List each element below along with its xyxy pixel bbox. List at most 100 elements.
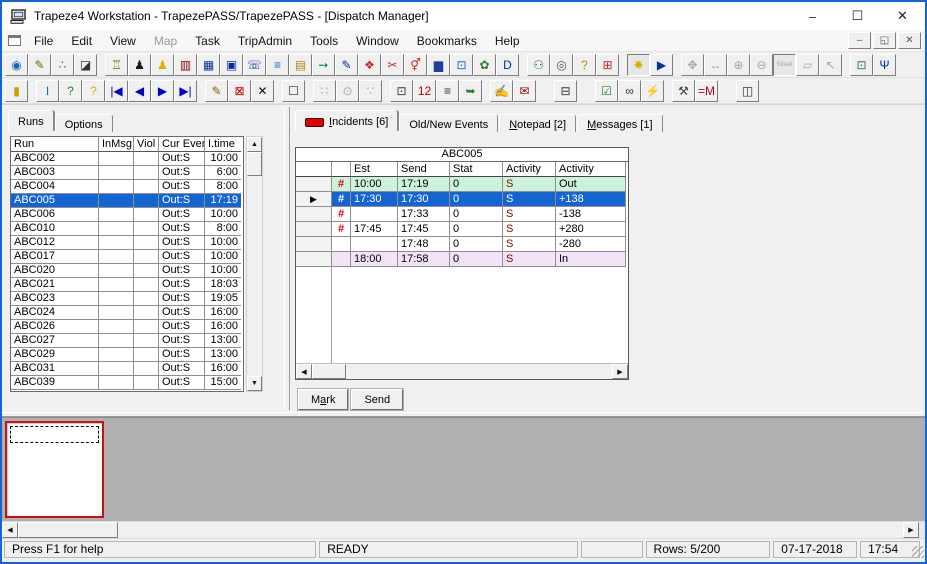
checklist-icon[interactable]: ☑: [595, 79, 618, 102]
window-minimize-button[interactable]: –: [790, 2, 835, 30]
resize-grip[interactable]: [912, 546, 924, 558]
mdi-close-button[interactable]: ✕: [898, 32, 921, 49]
incident-column-header[interactable]: [332, 162, 351, 177]
window-close-button[interactable]: ✕: [880, 2, 925, 30]
run-row[interactable]: ABC020 Out:S 10:00: [11, 264, 243, 278]
run-row[interactable]: ABC005 Out:S 17:19: [11, 194, 243, 208]
scroll-left-icon[interactable]: ◀: [296, 364, 312, 379]
no-show-icon[interactable]: ✍: [490, 79, 513, 102]
zoom-in-icon[interactable]: ⊕: [727, 53, 750, 76]
vehicle-icon[interactable]: ▥: [174, 53, 197, 76]
nav-prev-icon[interactable]: ◀: [128, 79, 151, 102]
edit-icon[interactable]: ✎: [205, 79, 228, 102]
window-new-icon[interactable]: ✿: [473, 53, 496, 76]
mdi-child-icon[interactable]: [8, 35, 21, 46]
incident-row[interactable]: ▶ # 17:30 17:30 0 S +138: [296, 192, 628, 207]
run-row[interactable]: ABC039 Out:S 15:00: [11, 376, 243, 390]
scrollbar-thumb[interactable]: [247, 152, 262, 176]
mail-send-icon[interactable]: ✉: [513, 79, 536, 102]
trace-person-icon[interactable]: ⚇: [527, 53, 550, 76]
clients-icon[interactable]: ⚥: [404, 53, 427, 76]
bank-icon[interactable]: ♖: [105, 53, 128, 76]
vehicle-find-icon[interactable]: ?: [59, 79, 82, 102]
map-thumbnail-box[interactable]: [5, 421, 104, 518]
runs-column-header[interactable]: Viol: [134, 137, 159, 152]
menu-window[interactable]: Window: [347, 32, 408, 50]
driver-dark-icon[interactable]: ♟: [128, 53, 151, 76]
runs-column-header[interactable]: InMsg: [99, 137, 134, 152]
mdi-restore-button[interactable]: ◱: [873, 32, 896, 49]
scroll-left-icon[interactable]: ◀: [2, 522, 18, 538]
map-flat-icon[interactable]: ▱: [796, 53, 819, 76]
cut-trips-icon[interactable]: ✂: [381, 53, 404, 76]
tab-runs[interactable]: Runs: [8, 110, 54, 131]
scrollbar-track[interactable]: [247, 176, 262, 376]
incident-column-header[interactable]: Stat: [450, 162, 503, 177]
clock-12-icon[interactable]: 12: [413, 79, 436, 102]
find-icon[interactable]: ⊙: [336, 79, 359, 102]
link-icon[interactable]: ∞: [618, 79, 641, 102]
bus-front-icon[interactable]: ▆: [427, 53, 450, 76]
scrollbar-track[interactable]: [346, 364, 612, 379]
incident-row[interactable]: 18:00 17:58 0 S In: [296, 252, 628, 267]
menu-tripadmin[interactable]: TripAdmin: [229, 32, 301, 50]
vehicles-icon[interactable]: ▦: [197, 53, 220, 76]
run-row[interactable]: ABC004 Out:S 8:00: [11, 180, 243, 194]
incident-row[interactable]: # 17:33 0 S -138: [296, 207, 628, 222]
incident-row[interactable]: 17:48 0 S -280: [296, 237, 628, 252]
run-row[interactable]: ABC012 Out:S 10:00: [11, 236, 243, 250]
window-arrow-icon[interactable]: ▶: [650, 53, 673, 76]
vehicle-person-icon[interactable]: ⊞: [596, 53, 619, 76]
scatter-edit-icon[interactable]: ∴: [51, 53, 74, 76]
incident-column-header[interactable]: Est: [351, 162, 398, 177]
locate-person-icon[interactable]: ◎: [550, 53, 573, 76]
run-info-icon[interactable]: I: [36, 79, 59, 102]
run-row[interactable]: ABC026 Out:S 16:00: [11, 320, 243, 334]
scroll-right-icon[interactable]: ▶: [903, 522, 919, 538]
run-row[interactable]: ABC002 Out:S 10:00: [11, 152, 243, 166]
print-icon[interactable]: ⊟: [554, 79, 577, 102]
zoom-out-icon[interactable]: ⊖: [750, 53, 773, 76]
scrollbar-thumb[interactable]: [312, 364, 346, 379]
runs-column-header[interactable]: Cur Event: [159, 137, 205, 152]
nav-next-icon[interactable]: ▶: [151, 79, 174, 102]
avl-monitor-icon[interactable]: ⊡: [850, 53, 873, 76]
phone-booking-icon[interactable]: ☏: [243, 53, 266, 76]
footprints-icon[interactable]: ∵: [359, 79, 382, 102]
vehicle-tools-icon[interactable]: ⚒: [672, 79, 695, 102]
vehicle-stop-icon[interactable]: ▣: [220, 53, 243, 76]
runs-column-header[interactable]: I.time: [205, 137, 241, 152]
scrollbar-track[interactable]: [118, 522, 903, 538]
help-icon[interactable]: ?: [82, 79, 105, 102]
pushpin-icon[interactable]: ✸: [627, 53, 650, 76]
exit-door-icon[interactable]: ▮: [5, 79, 28, 102]
pan-move-icon[interactable]: ✥: [681, 53, 704, 76]
menu-map[interactable]: Map: [145, 32, 186, 50]
vehicle-query-icon[interactable]: ?: [573, 53, 596, 76]
link-broken-icon[interactable]: ⚡: [641, 79, 664, 102]
incident-column-header[interactable]: Activity: [503, 162, 556, 177]
times-list-icon[interactable]: ≡: [436, 79, 459, 102]
mark-button[interactable]: Mark: [298, 389, 349, 410]
world-edit-icon[interactable]: ✎: [28, 53, 51, 76]
run-row[interactable]: ABC023 Out:S 19:05: [11, 292, 243, 306]
incident-row[interactable]: # 10:00 17:19 0 S Out: [296, 177, 628, 192]
tab-incidents[interactable]: Incidents [6]: [295, 110, 399, 131]
monitor-icon[interactable]: ⊡: [450, 53, 473, 76]
tab-old-new-events[interactable]: Old/New Events: [399, 114, 499, 132]
nav-last-icon[interactable]: ▶|: [174, 79, 197, 102]
scroll-down-icon[interactable]: ▼: [247, 376, 262, 391]
avl-status-icon[interactable]: ⊡: [390, 79, 413, 102]
scroll-up-icon[interactable]: ▲: [247, 137, 262, 152]
tab-notepad[interactable]: Notepad [2]: [499, 114, 577, 132]
run-row[interactable]: ABC010 Out:S 8:00: [11, 222, 243, 236]
scroll-right-icon[interactable]: ▶: [612, 364, 628, 379]
run-row[interactable]: ABC024 Out:S 16:00: [11, 306, 243, 320]
run-row[interactable]: ABC003 Out:S 6:00: [11, 166, 243, 180]
menu-help[interactable]: Help: [486, 32, 529, 50]
menu-file[interactable]: File: [25, 32, 62, 50]
driver-yellow-icon[interactable]: ♟: [151, 53, 174, 76]
letter-d-icon[interactable]: D: [496, 53, 519, 76]
incident-column-header[interactable]: Activity: [556, 162, 626, 177]
manual-icon[interactable]: ◫: [736, 79, 759, 102]
